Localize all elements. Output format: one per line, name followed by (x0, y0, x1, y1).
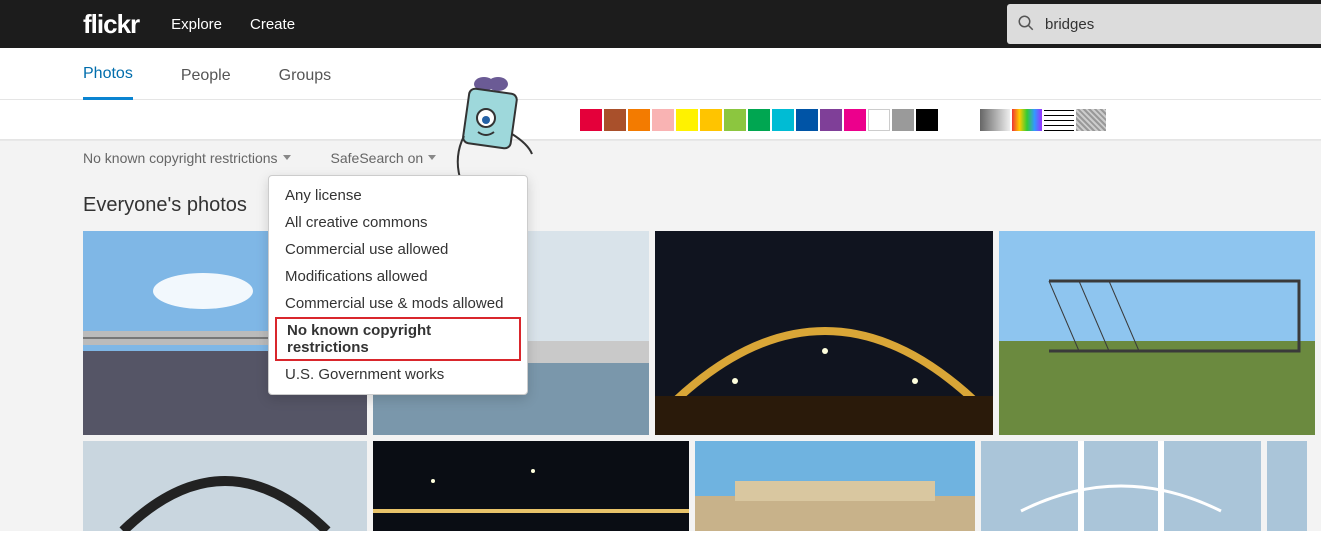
photo-thumb[interactable] (1267, 441, 1307, 531)
license-option-selected[interactable]: No known copyright restrictions (275, 317, 521, 361)
color-filter-bar (0, 100, 1321, 140)
color-swatch[interactable] (820, 109, 842, 131)
photo-thumb[interactable] (655, 231, 993, 435)
color-swatch[interactable] (748, 109, 770, 131)
pattern-swatches (980, 109, 1108, 131)
license-filter[interactable]: No known copyright restrictions (83, 150, 291, 166)
color-swatch[interactable] (724, 109, 746, 131)
top-nav-bar: flickr Explore Create (0, 0, 1321, 48)
tab-people[interactable]: People (181, 53, 231, 99)
license-dropdown: Any license All creative commons Commerc… (268, 175, 528, 395)
caret-down-icon (428, 155, 436, 160)
safesearch-filter[interactable]: SafeSearch on (331, 150, 437, 166)
color-swatch[interactable] (652, 109, 674, 131)
color-swatch[interactable] (868, 109, 890, 131)
photo-thumb[interactable] (981, 441, 1261, 531)
license-option[interactable]: Modifications allowed (269, 263, 527, 290)
license-option[interactable]: Commercial use & mods allowed (269, 290, 527, 317)
flickr-logo[interactable]: flickr (83, 9, 139, 40)
nav-create[interactable]: Create (250, 16, 295, 33)
photo-thumb[interactable] (83, 441, 367, 531)
color-swatch[interactable] (916, 109, 938, 131)
mascot-character (446, 76, 536, 186)
photo-thumb[interactable] (999, 231, 1315, 435)
photo-thumb[interactable] (373, 441, 689, 531)
license-filter-label: No known copyright restrictions (83, 150, 278, 166)
license-option[interactable]: Any license (269, 182, 527, 209)
color-swatch[interactable] (628, 109, 650, 131)
pattern-gradient[interactable] (980, 109, 1010, 131)
search-icon (1017, 14, 1035, 35)
filter-bar: No known copyright restrictions SafeSear… (0, 140, 1321, 174)
tab-photos[interactable]: Photos (83, 51, 133, 100)
color-swatch[interactable] (772, 109, 794, 131)
color-swatch[interactable] (676, 109, 698, 131)
nav-explore[interactable]: Explore (171, 16, 222, 33)
pattern-rainbow[interactable] (1012, 109, 1042, 131)
license-option[interactable]: Commercial use allowed (269, 236, 527, 263)
safesearch-filter-label: SafeSearch on (331, 150, 424, 166)
color-swatch[interactable] (700, 109, 722, 131)
color-swatch[interactable] (604, 109, 626, 131)
color-swatch[interactable] (844, 109, 866, 131)
content-area: Everyone's photos (0, 174, 1321, 531)
caret-down-icon (283, 155, 291, 160)
license-option[interactable]: U.S. Government works (269, 361, 527, 388)
pattern-noise[interactable] (1076, 109, 1106, 131)
color-swatch[interactable] (796, 109, 818, 131)
search-input[interactable] (1035, 16, 1321, 33)
license-option[interactable]: All creative commons (269, 209, 527, 236)
pattern-grid[interactable] (1044, 109, 1074, 131)
tab-bar: Photos People Groups (0, 48, 1321, 100)
photo-thumb[interactable] (695, 441, 975, 531)
color-swatch[interactable] (892, 109, 914, 131)
tab-groups[interactable]: Groups (279, 53, 331, 99)
search-box[interactable] (1007, 4, 1321, 44)
color-swatch[interactable] (580, 109, 602, 131)
